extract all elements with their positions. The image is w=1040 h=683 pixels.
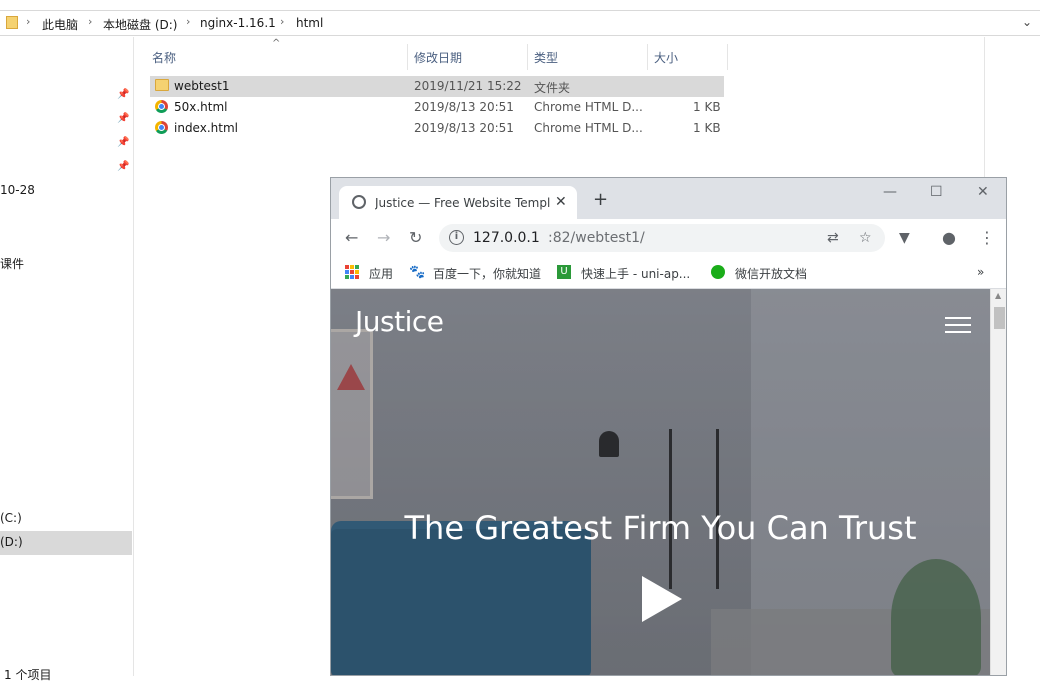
baidu-paw-icon: 🐾	[409, 265, 426, 280]
file-name: index.html	[174, 121, 238, 135]
tab-strip: Justice — Free Website Template ✕ + — ☐ …	[331, 178, 1006, 219]
nav-item-courseware[interactable]: 课件	[0, 255, 24, 272]
vue-devtools-icon[interactable]: ▼	[899, 229, 910, 247]
forward-icon[interactable]: →	[377, 229, 390, 247]
translate-icon[interactable]: ⇄	[827, 230, 839, 246]
nav-item-drive-d[interactable]: (D:)	[0, 535, 23, 549]
file-size: 1 KB	[693, 100, 721, 114]
uni-app-icon: U	[557, 265, 571, 279]
chrome-icon	[155, 100, 168, 113]
scrollbar-thumb[interactable]	[994, 307, 1005, 329]
column-header-date[interactable]: 修改日期	[408, 44, 528, 70]
globe-icon	[352, 195, 366, 209]
navigation-pane: 📌 📌 📌 📌 10-28 课件 (C:) (D:)	[0, 37, 134, 676]
more-bookmarks-icon[interactable]: »	[977, 265, 984, 279]
wechat-icon	[711, 265, 725, 279]
pin-icon[interactable]: 📌	[117, 113, 129, 124]
site-info-icon[interactable]: i	[449, 230, 464, 245]
chevron-down-icon[interactable]: ⌄	[1022, 15, 1032, 29]
apps-icon	[345, 265, 359, 279]
page-viewport: Justice The Greatest Firm You Can Trust	[331, 289, 990, 675]
folder-icon	[155, 79, 169, 91]
minimize-icon[interactable]: —	[883, 184, 897, 200]
chevron-right-icon: ›	[26, 15, 31, 28]
pin-icon[interactable]: 📌	[117, 89, 129, 100]
pin-icon[interactable]: 📌	[117, 161, 129, 172]
breadcrumb-local-disk-d[interactable]: 本地磁盘 (D:)	[103, 16, 177, 33]
chevron-right-icon: ›	[280, 15, 285, 28]
bookmarks-bar: 应用 🐾 百度一下，你就知道 U 快速上手 - uni-ap... 微信开放文档…	[331, 257, 1006, 289]
file-date: 2019/8/13 20:51	[414, 100, 514, 114]
file-row[interactable]: index.html 2019/8/13 20:51 Chrome HTML D…	[150, 118, 724, 139]
back-icon[interactable]: ←	[345, 229, 358, 247]
hero-headline: The Greatest Firm You Can Trust	[404, 509, 917, 547]
site-brand-logo[interactable]: Justice	[355, 305, 444, 338]
play-video-icon[interactable]	[642, 576, 682, 622]
tab-title: Justice — Free Website Template	[375, 196, 551, 210]
page-scrollbar[interactable]: ▲	[990, 289, 1006, 675]
nav-item-date[interactable]: 10-28	[0, 183, 35, 197]
chrome-icon	[155, 121, 168, 134]
pane-divider	[984, 37, 985, 177]
url-path: :82/webtest1/	[548, 230, 645, 246]
menu-kebab-icon[interactable]: ⋮	[979, 229, 995, 247]
status-bar-item-count: 1 个项目	[4, 668, 52, 682]
pin-icon[interactable]: 📌	[117, 137, 129, 148]
file-type: Chrome HTML D...	[534, 121, 643, 135]
column-header-name[interactable]: 名称	[146, 44, 408, 70]
browser-tab[interactable]: Justice — Free Website Template ✕	[339, 186, 577, 219]
bookmark-uni-app[interactable]: 快速上手 - uni-ap...	[581, 265, 690, 282]
address-bar[interactable]: › 此电脑 › 本地磁盘 (D:) › nginx-1.16.1 › html …	[0, 10, 1040, 36]
url-bar[interactable]: i 127.0.0.1 :82/webtest1/ ⇄ ☆	[439, 224, 885, 252]
reload-icon[interactable]: ↻	[409, 229, 422, 247]
bookmark-wechat-docs[interactable]: 微信开放文档	[735, 265, 807, 282]
new-tab-button[interactable]: +	[593, 191, 608, 209]
file-type: 文件夹	[534, 81, 571, 95]
folder-icon	[6, 16, 18, 29]
file-name: 50x.html	[174, 100, 228, 114]
breadcrumb-html[interactable]: html	[296, 16, 323, 30]
hamburger-menu-icon[interactable]	[945, 317, 971, 333]
column-header-size[interactable]: 大小	[648, 44, 728, 70]
browser-toolbar: ← → ↻ i 127.0.0.1 :82/webtest1/ ⇄ ☆ ▼ ● …	[331, 219, 1006, 257]
nav-item-drive-c[interactable]: (C:)	[0, 511, 22, 525]
chevron-right-icon: ›	[186, 15, 191, 28]
bookmark-apps[interactable]: 应用	[369, 265, 393, 282]
breadcrumb-this-pc[interactable]: 此电脑	[42, 16, 78, 33]
close-window-icon[interactable]: ✕	[977, 184, 989, 200]
file-row[interactable]: webtest1 2019/11/21 15:22 文件夹	[150, 76, 724, 97]
column-header-type[interactable]: 类型	[528, 44, 648, 70]
url-host: 127.0.0.1	[473, 230, 540, 246]
breadcrumb-nginx[interactable]: nginx-1.16.1	[200, 16, 276, 30]
file-date: 2019/11/21 15:22	[414, 79, 522, 93]
maximize-icon[interactable]: ☐	[930, 184, 943, 200]
bookmark-star-icon[interactable]: ☆	[859, 230, 872, 246]
file-row[interactable]: 50x.html 2019/8/13 20:51 Chrome HTML D..…	[150, 97, 724, 118]
file-size: 1 KB	[693, 121, 721, 135]
close-tab-icon[interactable]: ✕	[555, 194, 567, 210]
file-name: webtest1	[174, 79, 230, 93]
chevron-right-icon: ›	[88, 15, 93, 28]
browser-window: Justice — Free Website Template ✕ + — ☐ …	[330, 177, 1007, 676]
scroll-up-icon[interactable]: ▲	[995, 291, 1001, 300]
profile-icon[interactable]: ●	[942, 229, 956, 247]
file-date: 2019/8/13 20:51	[414, 121, 514, 135]
file-type: Chrome HTML D...	[534, 100, 643, 114]
bookmark-baidu[interactable]: 百度一下，你就知道	[433, 265, 541, 282]
